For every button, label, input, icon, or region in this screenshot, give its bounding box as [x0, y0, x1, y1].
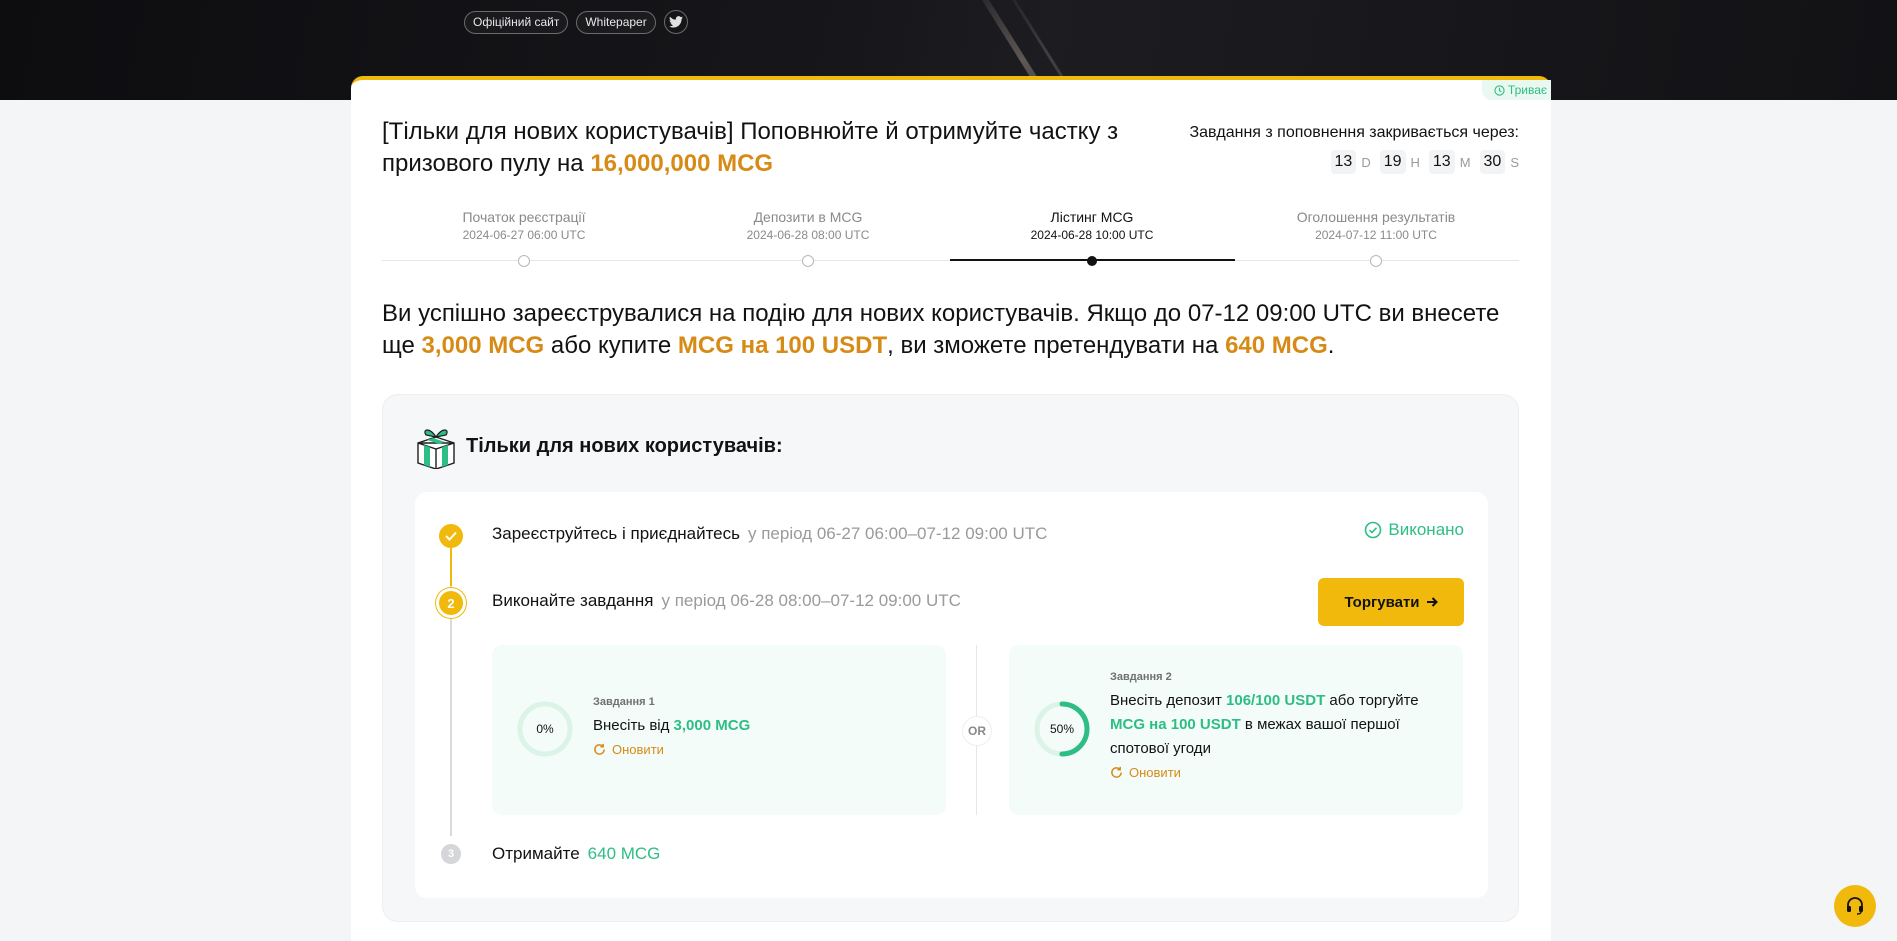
new-users-panel: Тільки для нових користувачів: Зареєстру… — [382, 394, 1519, 922]
timeline-step-name: Лістинг MCG — [1050, 209, 1134, 225]
timeline-dot — [1370, 255, 1382, 267]
timeline-step-name: Початок реєстрації — [462, 209, 586, 225]
step-reward: Отримайте 640 MCG — [492, 844, 660, 864]
twitter-icon[interactable] — [663, 10, 688, 34]
step-label: Виконайте завдання — [492, 591, 654, 610]
registration-message: Ви успішно зареєструвалися на подію для … — [382, 298, 1522, 362]
gift-icon — [417, 429, 455, 469]
timeline-step: Початок реєстрації 2024-06-27 06:00 UTC — [382, 208, 666, 244]
countdown-minutes: 13 — [1428, 150, 1455, 174]
step-period: у період 06-27 06:00–07-12 09:00 UTC — [747, 524, 1048, 543]
timeline-dot — [518, 255, 530, 267]
timeline-step-date: 2024-06-28 08:00 UTC — [746, 228, 870, 242]
arrow-right-icon — [1426, 597, 1438, 607]
step-register: Зареєструйтесь і приєднайтесь у період 0… — [492, 524, 1047, 544]
countdown-days: 13 — [1330, 150, 1357, 174]
step-label: Отримайте — [492, 844, 580, 863]
status-text: Триває — [1507, 83, 1547, 97]
clock-icon — [1494, 84, 1505, 96]
step-number-badge: 2 — [439, 591, 463, 615]
refresh-label: Оновити — [612, 742, 664, 757]
refresh-button[interactable]: Оновити — [1110, 765, 1450, 780]
event-timeline: Початок реєстрації 2024-06-27 06:00 UTC … — [382, 208, 1519, 268]
timeline-dot — [802, 255, 814, 267]
task-text: або торгуйте — [1325, 692, 1419, 709]
progress-value: 50% — [1049, 722, 1075, 736]
task-name: Завдання 1 — [593, 696, 655, 708]
step-tasks: Виконайте завдання у період 06-28 08:00–… — [492, 591, 961, 611]
refresh-icon — [594, 743, 605, 755]
deposit-amount: 3,000 MCG — [421, 332, 545, 359]
task-card: 50% Завдання 2 Внесіть депозит 106/100 U… — [1009, 645, 1463, 815]
task-text: Внесіть депозит — [1110, 692, 1227, 709]
task-amount: MCG на 100 USDT — [1110, 716, 1241, 733]
support-chat-button[interactable] — [1834, 885, 1876, 927]
page-title: [Тільки для нових користувачів] Поповнюй… — [382, 116, 1182, 180]
prize-pool-amount: 16,000,000 MCG — [590, 150, 774, 177]
message-text: . — [1327, 332, 1335, 359]
completed-status: Виконано — [1364, 520, 1464, 540]
refresh-icon — [1111, 766, 1122, 778]
step-period: у період 06-28 08:00–07-12 09:00 UTC — [661, 591, 961, 610]
countdown-days-unit: D — [1361, 154, 1371, 170]
countdown-minutes-unit: M — [1459, 154, 1471, 170]
progress-value: 0% — [536, 722, 554, 736]
countdown-seconds: 30 — [1479, 150, 1506, 174]
buy-amount: MCG на 100 USDT — [677, 332, 888, 359]
completed-text: Виконано — [1388, 520, 1464, 539]
steps-container: Зареєструйтесь і приєднайтесь у період 0… — [415, 492, 1488, 898]
timeline-step-name: Депозити в MCG — [753, 209, 863, 225]
task-description: Внесіть депозит 106/100 USDT або торгуйт… — [1110, 689, 1450, 761]
status-badge: Триває — [1481, 80, 1551, 100]
panel-header: Тільки для нових користувачів: — [414, 423, 783, 469]
timeline-step-date: 2024-06-28 10:00 UTC — [1030, 228, 1154, 242]
task-amount: 106/100 USDT — [1226, 692, 1326, 709]
reward-amount: 640 MCG — [1225, 332, 1328, 359]
trade-button[interactable]: Торгувати — [1318, 578, 1464, 626]
task-card: 0% Завдання 1 Внесіть від 3,000 MCG Онов… — [492, 645, 946, 815]
countdown-seconds-unit: S — [1510, 154, 1519, 170]
whitepaper-link[interactable]: Whitepaper — [576, 10, 656, 34]
task-name: Завдання 2 — [1110, 671, 1172, 683]
task-body: Завдання 2 Внесіть депозит 106/100 USDT … — [1110, 671, 1450, 780]
task-text: Внесіть від — [593, 717, 674, 734]
task-description: Внесіть від 3,000 MCG — [593, 714, 933, 738]
timeline-step-date: 2024-07-12 11:00 UTC — [1315, 228, 1437, 242]
timeline-step-date: 2024-06-27 06:00 UTC — [462, 228, 586, 242]
countdown-label: Завдання з поповнення закривається через… — [1189, 124, 1519, 141]
message-text: , ви зможете претендувати на — [887, 332, 1226, 359]
task-body: Завдання 1 Внесіть від 3,000 MCG Оновити — [593, 696, 933, 757]
countdown-hours-unit: H — [1410, 154, 1420, 170]
message-text: або купите — [544, 332, 678, 359]
official-site-link[interactable]: Офіційний сайт — [464, 10, 569, 34]
headset-icon — [1847, 897, 1863, 915]
timeline-step: Депозити в MCG 2024-06-28 08:00 UTC — [666, 208, 950, 244]
hero-links: Офіційний сайт Whitepaper — [464, 10, 688, 34]
refresh-button[interactable]: Оновити — [593, 742, 933, 757]
task-amount: 3,000 MCG — [673, 717, 751, 734]
timeline-step: Оголошення результатів 2024-07-12 11:00 … — [1234, 208, 1518, 244]
or-badge: OR — [962, 716, 992, 746]
timeline-step-name: Оголошення результатів — [1296, 209, 1456, 225]
refresh-label: Оновити — [1129, 765, 1181, 780]
step-label: Зареєструйтесь і приєднайтесь — [492, 524, 740, 543]
timeline-dot-active — [1087, 256, 1097, 266]
step-number-badge: 3 — [441, 844, 461, 864]
countdown-hours: 19 — [1379, 150, 1406, 174]
event-card: Триває [Тільки для нових користувачів] П… — [351, 76, 1551, 941]
countdown-timer: 13 D 19 H 13 M 30 S — [1330, 150, 1519, 174]
panel-title: Тільки для нових користувачів: — [466, 434, 783, 457]
reward-value: 640 MCG — [587, 844, 661, 863]
check-circle-icon — [1365, 521, 1382, 539]
check-icon — [439, 524, 463, 548]
trade-button-label: Торгувати — [1344, 593, 1420, 611]
timeline-step-current: Лістинг MCG 2024-06-28 10:00 UTC — [950, 208, 1234, 244]
